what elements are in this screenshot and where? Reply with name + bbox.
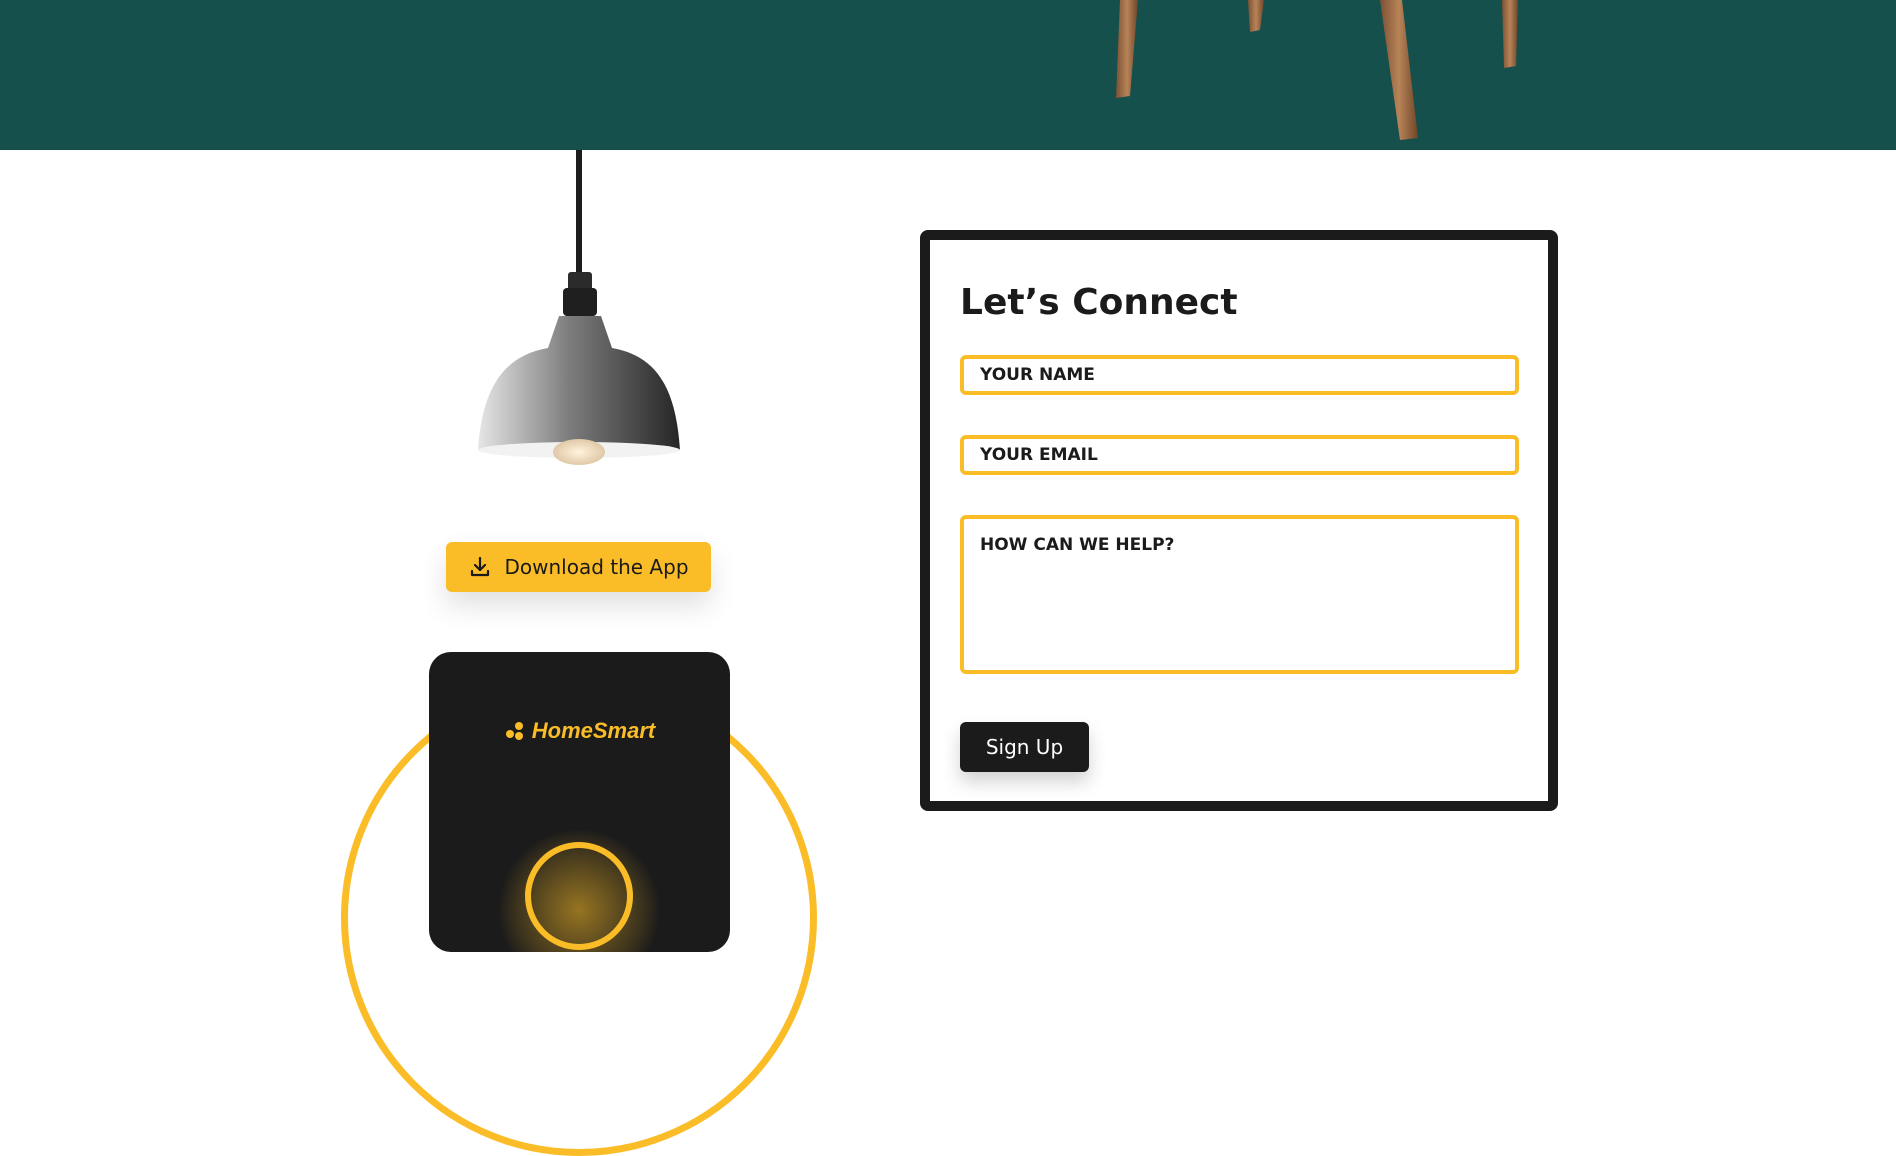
phone-brand: HomeSmart (429, 718, 730, 744)
pendant-lamp-image (478, 150, 680, 465)
top-banner (0, 0, 1896, 150)
download-app-label: Download the App (504, 555, 689, 579)
sign-up-button[interactable]: Sign Up (960, 722, 1089, 772)
control-dial (525, 842, 633, 950)
name-input[interactable] (960, 355, 1519, 395)
contact-form-card: Let’s Connect Sign Up (920, 230, 1558, 811)
phone-mockup: HomeSmart (429, 652, 730, 952)
message-textarea[interactable] (960, 515, 1519, 674)
homesmart-logo-icon (504, 720, 526, 742)
brand-name: HomeSmart (531, 718, 656, 743)
form-title: Let’s Connect (960, 282, 1238, 323)
download-app-button[interactable]: Download the App (446, 542, 711, 592)
chair-legs-image (1116, 0, 1518, 140)
email-input[interactable] (960, 435, 1519, 475)
download-icon (468, 555, 492, 579)
